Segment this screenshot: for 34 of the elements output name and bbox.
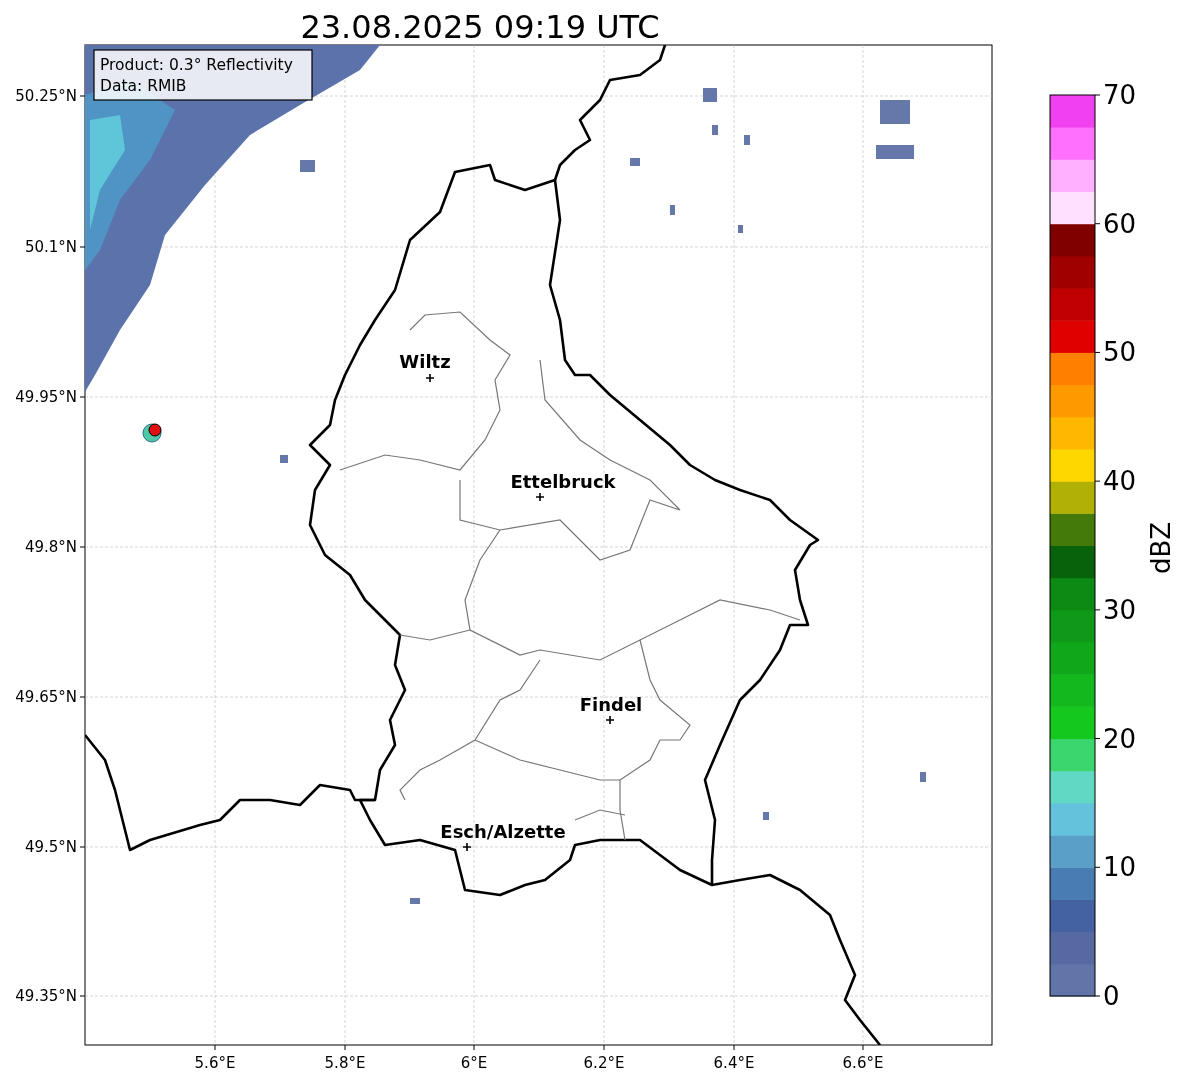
colorbar-tick-label: 10 <box>1103 852 1137 883</box>
axis-tick-label: 6.2°E <box>583 1054 625 1072</box>
axis-tick-label: 6.4°E <box>713 1054 755 1072</box>
city-label: Ettelbruck <box>510 471 616 492</box>
colorbar-tick-label: 50 <box>1103 337 1137 368</box>
axis-tick-label: 49.65°N <box>15 688 77 706</box>
city-marker-icon <box>605 715 615 725</box>
axis-tick-label: 49.5°N <box>24 838 77 856</box>
colorbar-tick-label: 20 <box>1103 723 1137 754</box>
axis-tick-label: 50.1°N <box>24 238 77 256</box>
axis-tick-label: 49.95°N <box>15 388 77 406</box>
colorbar-label: dBZ <box>1146 521 1176 575</box>
colorbar-tick-label: 0 <box>1103 981 1120 1011</box>
colorbar-tick-label: 70 <box>1103 80 1137 110</box>
axis-tick-label: 50.25°N <box>15 87 77 105</box>
info-text: Product: 0.3° Reflectivity <box>100 56 293 74</box>
city-label: Wiltz <box>399 351 451 372</box>
radar-site-icon <box>148 423 162 437</box>
colorbar-tick-label: 60 <box>1103 208 1137 239</box>
colorbar-tick-label: 30 <box>1103 594 1137 625</box>
city-label: Esch/Alzette <box>440 821 566 842</box>
city-marker-icon <box>425 373 435 383</box>
axis-tick-label: 5.6°E <box>194 1054 236 1072</box>
axis-tick-label: 5.8°E <box>324 1054 366 1072</box>
axis-tick-label: 49.8°N <box>24 538 77 556</box>
city-marker-icon <box>462 842 472 852</box>
colorbar-tick-label: 40 <box>1103 466 1137 497</box>
city-label: Findel <box>579 694 643 715</box>
city-marker-icon <box>535 492 545 502</box>
axis-tick-label: 6.6°E <box>842 1054 884 1072</box>
chart-title: 23.08.2025 09:19 UTC <box>300 8 660 46</box>
info-text: Data: RMIB <box>100 77 187 95</box>
axis-tick-label: 49.35°N <box>15 987 77 1005</box>
axis-tick-label: 6°E <box>460 1054 488 1072</box>
